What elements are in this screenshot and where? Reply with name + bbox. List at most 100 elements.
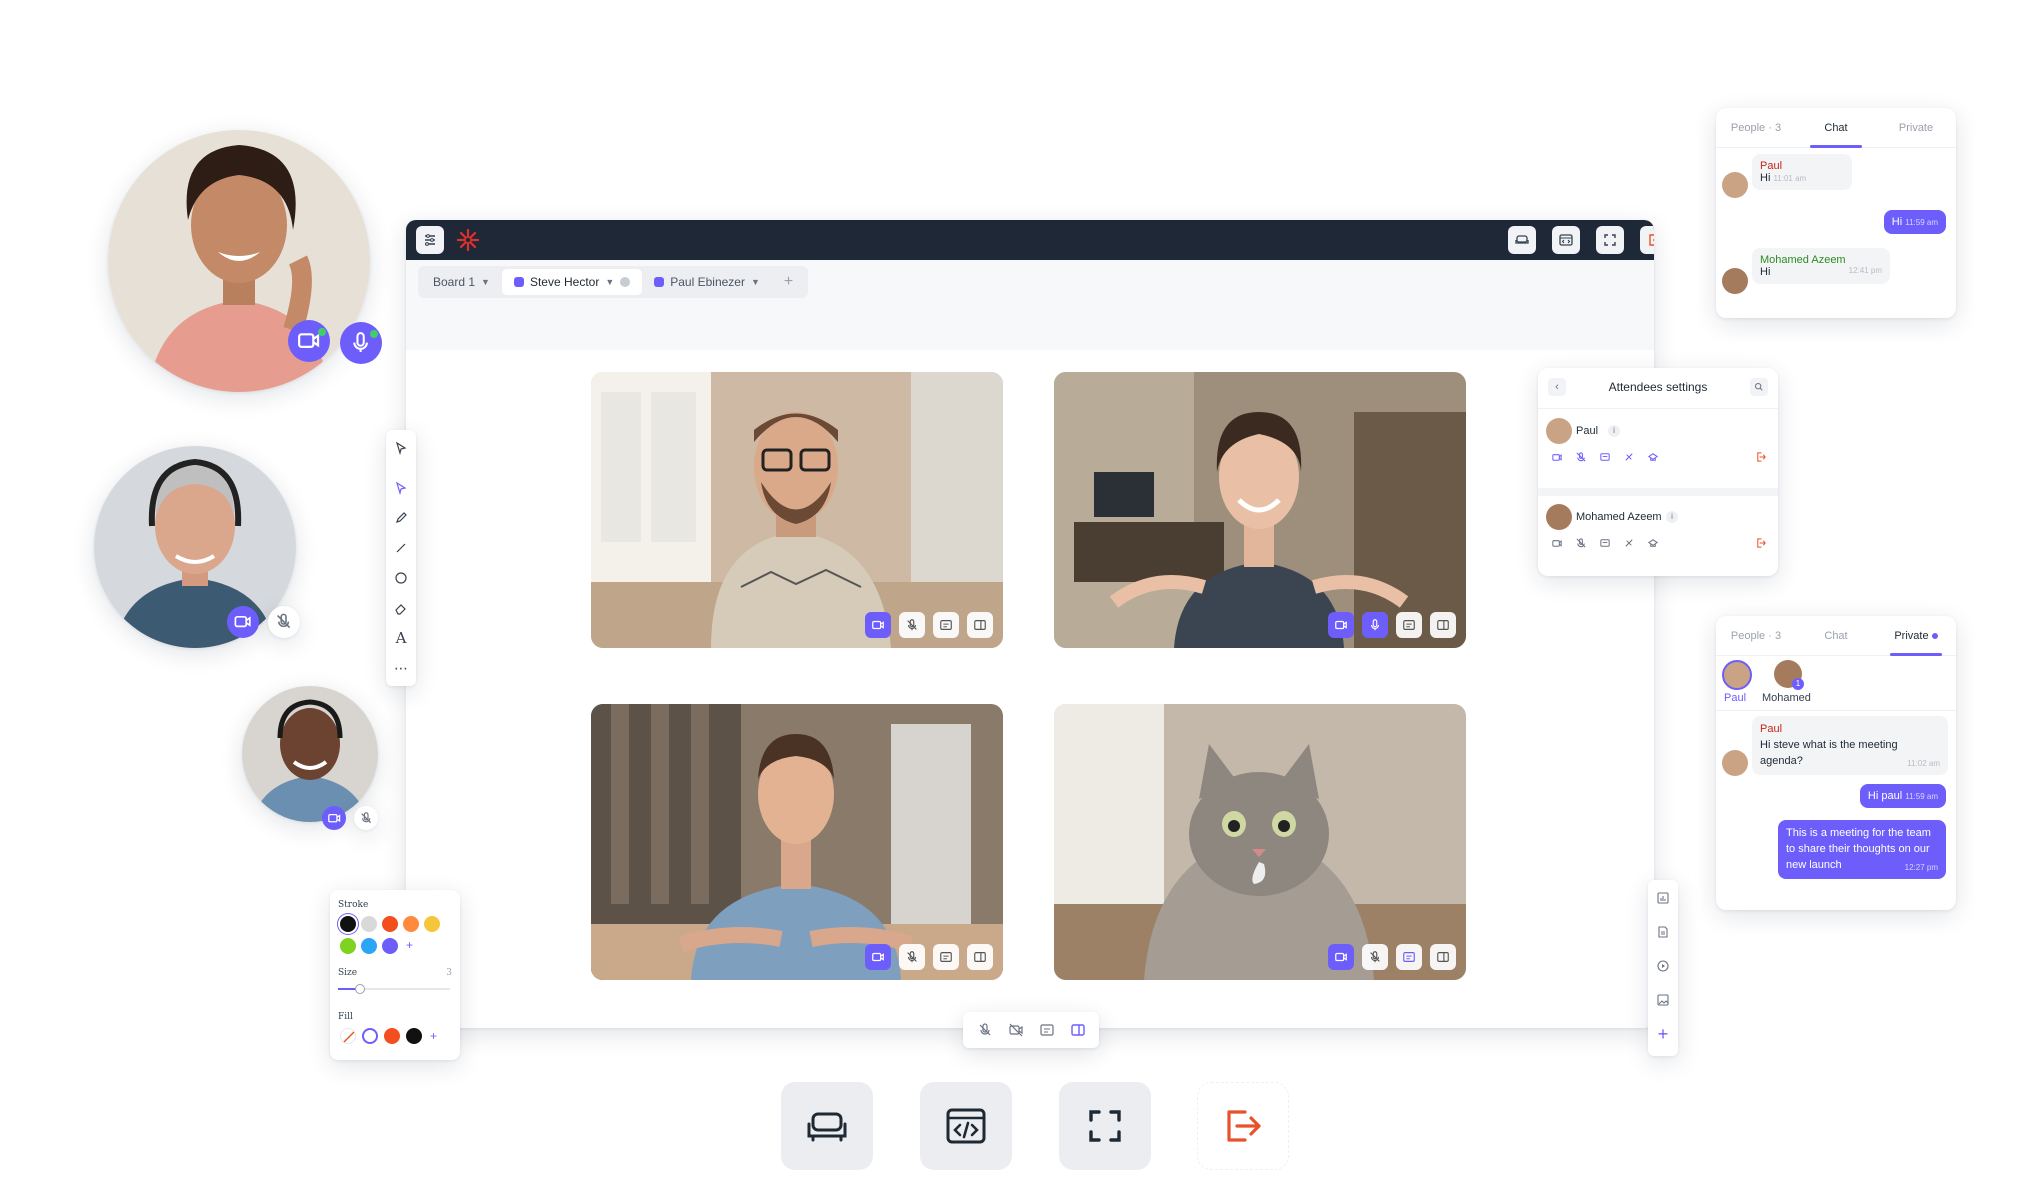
caret-down-icon[interactable]: ▼ bbox=[751, 277, 760, 287]
mic-toggle-button[interactable] bbox=[1362, 944, 1388, 970]
stroke-color-swatch[interactable] bbox=[361, 938, 377, 954]
camera-toggle-button[interactable] bbox=[865, 612, 891, 638]
fill-color-swatch[interactable] bbox=[384, 1028, 400, 1044]
info-icon[interactable]: i bbox=[1608, 425, 1620, 437]
caret-down-icon[interactable]: ▼ bbox=[481, 277, 490, 287]
video-tile-2[interactable] bbox=[1054, 372, 1466, 648]
tab-people[interactable]: People · 3 bbox=[1716, 616, 1796, 655]
floating-participant-1[interactable] bbox=[108, 130, 370, 392]
screen-share-button[interactable] bbox=[933, 612, 959, 638]
mic-toggle-button[interactable] bbox=[340, 322, 382, 364]
add-tool-button[interactable]: + bbox=[1653, 1024, 1673, 1044]
add-fill-button[interactable]: + bbox=[430, 1029, 437, 1043]
close-tab-icon[interactable] bbox=[620, 277, 631, 287]
tab-board-1[interactable]: Board 1 ▼ bbox=[421, 269, 502, 295]
remove-attendee-button[interactable] bbox=[1752, 448, 1770, 466]
video-off-button[interactable] bbox=[1004, 1018, 1028, 1042]
settings-menu-button[interactable] bbox=[416, 226, 444, 254]
add-tab-button[interactable]: + bbox=[772, 269, 805, 295]
layout-button[interactable] bbox=[1430, 944, 1456, 970]
stroke-color-swatch[interactable] bbox=[340, 916, 356, 932]
embed-button[interactable] bbox=[1552, 226, 1580, 254]
stroke-color-swatch[interactable] bbox=[382, 916, 398, 932]
share-screen-button[interactable] bbox=[1035, 1018, 1059, 1042]
screen-share-button[interactable] bbox=[933, 944, 959, 970]
chart-tool[interactable] bbox=[1653, 888, 1673, 908]
camera-toggle-button[interactable] bbox=[322, 806, 346, 830]
floating-participant-2[interactable] bbox=[94, 446, 296, 648]
stroke-color-swatch[interactable] bbox=[424, 916, 440, 932]
fullscreen-button[interactable] bbox=[1596, 226, 1624, 254]
tab-private[interactable]: Private bbox=[1876, 616, 1956, 656]
tab-private[interactable]: Private bbox=[1876, 108, 1956, 147]
attendee-permission-toggle[interactable] bbox=[1644, 534, 1662, 552]
eraser-tool[interactable] bbox=[391, 598, 411, 618]
lounge-big-button[interactable] bbox=[781, 1082, 873, 1170]
tab-paul-ebinezer[interactable]: Paul Ebinezer ▼ bbox=[642, 269, 772, 295]
info-icon[interactable]: i bbox=[1666, 511, 1678, 523]
leave-big-button[interactable] bbox=[1197, 1082, 1289, 1170]
search-button[interactable] bbox=[1750, 378, 1768, 396]
line-tool[interactable] bbox=[391, 538, 411, 558]
camera-toggle-button[interactable] bbox=[288, 320, 330, 362]
attendee-permission-toggle[interactable] bbox=[1548, 534, 1566, 552]
attendee-permission-toggle[interactable] bbox=[1548, 448, 1566, 466]
layout-toggle-button[interactable] bbox=[1066, 1018, 1090, 1042]
text-tool[interactable]: A bbox=[391, 628, 411, 648]
size-slider-handle[interactable] bbox=[355, 984, 366, 994]
caret-down-icon[interactable]: ▼ bbox=[605, 277, 614, 287]
layout-button[interactable] bbox=[967, 612, 993, 638]
tab-people[interactable]: People · 3 bbox=[1716, 108, 1796, 147]
mic-toggle-button[interactable] bbox=[899, 944, 925, 970]
stroke-color-swatch[interactable] bbox=[403, 916, 419, 932]
tab-steve-hector[interactable]: Steve Hector ▼ bbox=[501, 269, 643, 295]
stroke-color-swatch[interactable] bbox=[382, 938, 398, 954]
mic-toggle-button[interactable] bbox=[899, 612, 925, 638]
lounge-button[interactable] bbox=[1508, 226, 1536, 254]
no-fill-swatch[interactable] bbox=[340, 1028, 356, 1044]
select-tool[interactable] bbox=[391, 438, 411, 458]
recipient-avatar[interactable] bbox=[1722, 660, 1752, 690]
white-fill-swatch[interactable] bbox=[362, 1028, 378, 1044]
attendee-permission-toggle[interactable] bbox=[1572, 534, 1590, 552]
remove-attendee-button[interactable] bbox=[1752, 534, 1770, 552]
pen-tool[interactable] bbox=[391, 508, 411, 528]
layout-button[interactable] bbox=[1430, 612, 1456, 638]
attendee-permission-toggle[interactable] bbox=[1620, 448, 1638, 466]
pointer-tool[interactable] bbox=[391, 478, 411, 498]
mic-toggle-button[interactable] bbox=[268, 606, 300, 638]
video-tile-1[interactable] bbox=[591, 372, 1003, 648]
more-tools-button[interactable]: ⋯ bbox=[391, 658, 411, 678]
mic-toggle-button[interactable] bbox=[354, 806, 378, 830]
video-tool[interactable] bbox=[1653, 956, 1673, 976]
camera-toggle-button[interactable] bbox=[1328, 944, 1354, 970]
attendee-permission-toggle[interactable] bbox=[1620, 534, 1638, 552]
video-tile-3[interactable] bbox=[591, 704, 1003, 980]
camera-toggle-button[interactable] bbox=[865, 944, 891, 970]
circle-tool[interactable] bbox=[391, 568, 411, 588]
document-tool[interactable] bbox=[1653, 922, 1673, 942]
add-stroke-color-button[interactable]: + bbox=[406, 938, 413, 952]
tab-chat[interactable]: Chat bbox=[1796, 108, 1876, 148]
image-tool[interactable] bbox=[1653, 990, 1673, 1010]
stroke-color-swatch[interactable] bbox=[340, 938, 356, 954]
floating-participant-3[interactable] bbox=[242, 686, 378, 822]
attendee-permission-toggle[interactable] bbox=[1596, 448, 1614, 466]
attendee-permission-toggle[interactable] bbox=[1596, 534, 1614, 552]
size-slider[interactable] bbox=[338, 984, 450, 994]
mic-toggle-button[interactable] bbox=[1362, 612, 1388, 638]
fullscreen-big-button[interactable] bbox=[1059, 1082, 1151, 1170]
mute-all-button[interactable] bbox=[973, 1018, 997, 1042]
camera-toggle-button[interactable] bbox=[227, 606, 259, 638]
screen-share-button[interactable] bbox=[1396, 944, 1422, 970]
leave-button[interactable] bbox=[1640, 226, 1654, 254]
attendee-permission-toggle[interactable] bbox=[1572, 448, 1590, 466]
layout-button[interactable] bbox=[967, 944, 993, 970]
tab-chat[interactable]: Chat bbox=[1796, 616, 1876, 655]
attendee-permission-toggle[interactable] bbox=[1644, 448, 1662, 466]
stroke-color-swatch[interactable] bbox=[361, 916, 377, 932]
screen-share-button[interactable] bbox=[1396, 612, 1422, 638]
video-tile-4[interactable] bbox=[1054, 704, 1466, 980]
camera-toggle-button[interactable] bbox=[1328, 612, 1354, 638]
fill-color-swatch[interactable] bbox=[406, 1028, 422, 1044]
